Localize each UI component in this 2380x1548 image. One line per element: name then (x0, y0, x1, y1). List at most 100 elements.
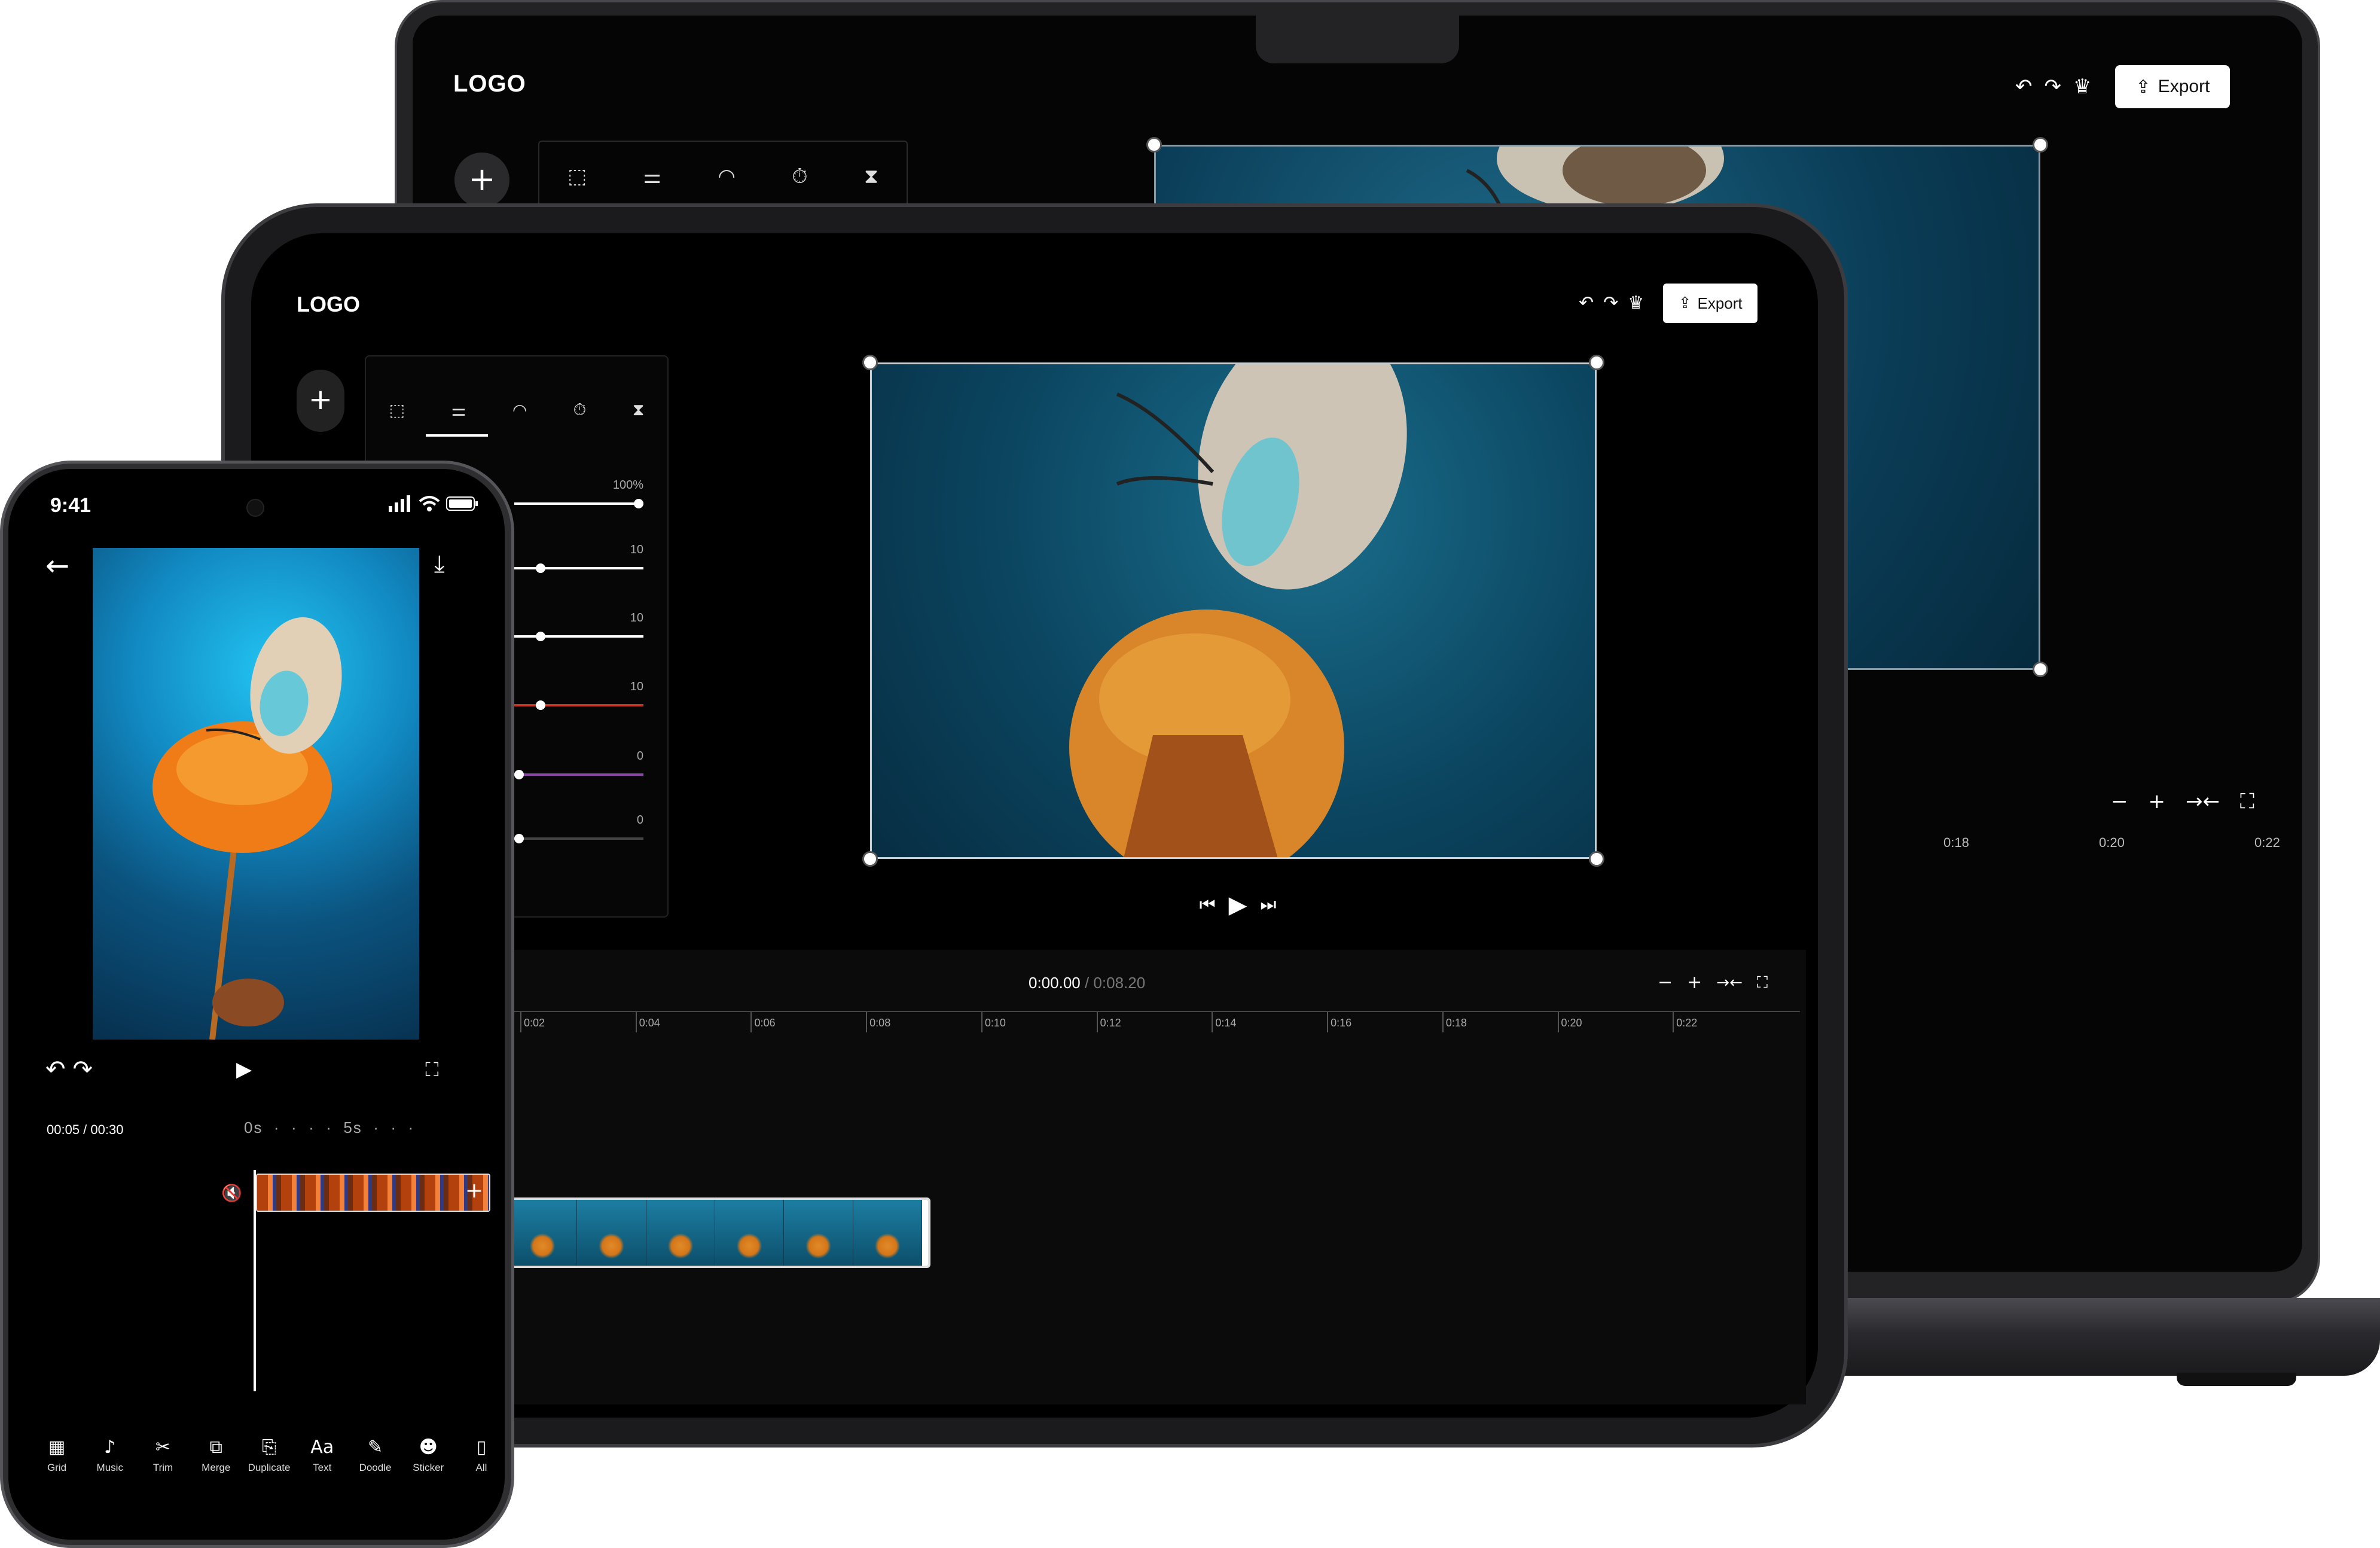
toolbar-item-all[interactable]: ▯ All (460, 1437, 502, 1485)
slider-value: 10 (630, 543, 643, 556)
toolbar-item-grid[interactable]: ▦ Grid (36, 1437, 78, 1485)
laptop-export-button[interactable]: ⇪ Export (2115, 65, 2231, 108)
slider-knob[interactable] (536, 632, 545, 641)
toolbar-item-music[interactable]: ♪ Music (89, 1437, 131, 1485)
all-icon: ▯ (476, 1437, 487, 1458)
add-clip-icon[interactable]: + (465, 1178, 483, 1203)
video-clip-strip[interactable] (506, 1197, 930, 1268)
zoom-in-icon[interactable]: + (2149, 781, 2166, 822)
slider-track (514, 700, 643, 710)
fullscreen-icon[interactable]: ⛶ (2240, 781, 2254, 822)
adjust-slider[interactable]: 10 (514, 680, 643, 710)
export-label: Export (1697, 294, 1743, 312)
zoom-out-icon[interactable]: − (1658, 968, 1673, 998)
music-icon: ♪ (104, 1437, 116, 1458)
slider-knob[interactable] (634, 499, 643, 508)
redo-icon[interactable]: ↷ (1603, 282, 1618, 324)
current-time: 0:00.00 (1029, 974, 1081, 992)
fullscreen-icon[interactable]: ⛶ (425, 1049, 438, 1090)
speed-icon[interactable]: ◠ (718, 164, 736, 188)
laptop-add-button[interactable]: + (454, 153, 509, 208)
crop-handle[interactable] (2033, 662, 2048, 677)
slider-knob[interactable] (536, 563, 545, 573)
skip-forward-icon[interactable]: ⏭ (1260, 884, 1276, 926)
toolbar-item-trim[interactable]: ✂ Trim (142, 1437, 184, 1485)
zoom-in-icon[interactable]: + (1687, 968, 1702, 998)
skip-back-icon[interactable]: ⏮ (1200, 884, 1216, 926)
undo-icon[interactable]: ↶ (1579, 282, 1594, 324)
adjust-slider[interactable]: 0 (514, 813, 643, 843)
timer-icon[interactable]: ⏱ (573, 400, 587, 420)
tablet-export-button[interactable]: ⇪ Export (1663, 284, 1758, 323)
ruler-tick: 0:20 (2099, 835, 2125, 850)
adjust-slider[interactable]: 10 (514, 611, 643, 641)
toolbar-label: Trim (152, 1462, 173, 1473)
mute-icon[interactable]: 🔇 (221, 1183, 242, 1203)
ruler-tick: 0:02 (524, 1017, 545, 1029)
phone-camera (246, 499, 264, 517)
download-icon[interactable]: ⤓ (434, 550, 445, 578)
toolbar-label: Sticker (413, 1462, 444, 1473)
time-separator: / (1080, 974, 1094, 992)
ruler-tick: 0:08 (869, 1017, 891, 1029)
adjust-slider[interactable]: 10 (514, 543, 643, 573)
zoom-out-icon[interactable]: − (2111, 781, 2128, 822)
adjust-slider[interactable]: 100% (514, 479, 643, 508)
play-icon[interactable]: ▶ (1229, 884, 1247, 926)
redo-icon[interactable]: ↷ (2045, 66, 2062, 108)
slider-knob[interactable] (514, 770, 524, 779)
slider-knob[interactable] (514, 834, 524, 843)
toolbar-item-doodle[interactable]: ✎ Doodle (355, 1437, 396, 1485)
active-tab-indicator (426, 434, 488, 437)
toolbar-item-duplicate[interactable]: ⎘ Duplicate (248, 1437, 291, 1485)
tablet-video-preview[interactable] (870, 362, 1597, 859)
playhead[interactable] (254, 1170, 256, 1391)
slider-knob[interactable] (536, 700, 545, 710)
ruler-tick: 0:22 (1676, 1017, 1698, 1029)
toolbar-item-text[interactable]: Aa Text (301, 1437, 343, 1485)
hourglass-icon[interactable]: ⧗ (864, 164, 878, 188)
toolbar-item-merge[interactable]: ⧉ Merge (195, 1437, 237, 1485)
ruler-tick: 0:18 (1445, 1017, 1467, 1029)
hourglass-icon[interactable]: ⧗ (633, 400, 645, 420)
crop-icon[interactable]: ⬚ (567, 164, 587, 188)
fit-icon[interactable]: →← (2186, 781, 2220, 822)
crop-handle[interactable] (1589, 851, 1604, 867)
phone-time-scale: 0s · · · · 5s · · · (244, 1119, 415, 1136)
fit-icon[interactable]: →← (1716, 968, 1743, 998)
ruler-tick: 0:12 (1100, 1017, 1121, 1029)
ruler-tick-line (866, 1012, 868, 1032)
fullscreen-icon[interactable]: ⛶ (1757, 968, 1768, 998)
phone-clip-strip[interactable]: + (256, 1174, 490, 1212)
crop-icon[interactable]: ⬚ (389, 400, 405, 420)
laptop-tool-tabs: ⬚ ⚌ ◠ ⏱ ⧗ (538, 141, 908, 212)
ruler-tick: 0:06 (754, 1017, 776, 1029)
crown-icon[interactable]: ♛ (2073, 66, 2091, 108)
clip-frame (577, 1200, 646, 1266)
crop-handle[interactable] (862, 355, 878, 370)
slider-value: 10 (630, 680, 643, 693)
clip-trim-handle[interactable] (922, 1200, 928, 1266)
sticker-icon: ☻ (419, 1437, 438, 1458)
phone-video-preview[interactable] (93, 548, 419, 1040)
toolbar-label: Grid (47, 1462, 67, 1473)
redo-icon[interactable]: ↷ (73, 1049, 93, 1090)
back-arrow-icon[interactable]: ← (45, 549, 69, 583)
ruler-tick: 0:10 (984, 1017, 1006, 1029)
speed-icon[interactable]: ◠ (512, 400, 527, 420)
timer-icon[interactable]: ⏱ (792, 164, 808, 188)
undo-icon[interactable]: ↶ (2015, 66, 2033, 108)
play-icon[interactable]: ▶ (236, 1049, 252, 1090)
crop-handle[interactable] (862, 851, 878, 867)
adjust-icon[interactable]: ⚌ (643, 164, 661, 188)
crop-handle[interactable] (2033, 137, 2048, 153)
toolbar-item-sticker[interactable]: ☻ Sticker (407, 1437, 449, 1485)
crop-handle[interactable] (1146, 137, 1162, 153)
undo-icon[interactable]: ↶ (45, 1049, 66, 1090)
adjust-icon[interactable]: ⚌ (451, 400, 466, 420)
crown-icon[interactable]: ♛ (1628, 282, 1644, 324)
adjust-slider[interactable]: 0 (514, 749, 643, 779)
status-clock: 9:41 (50, 494, 91, 517)
crop-handle[interactable] (1589, 355, 1604, 370)
tablet-add-button[interactable]: + (297, 370, 344, 432)
